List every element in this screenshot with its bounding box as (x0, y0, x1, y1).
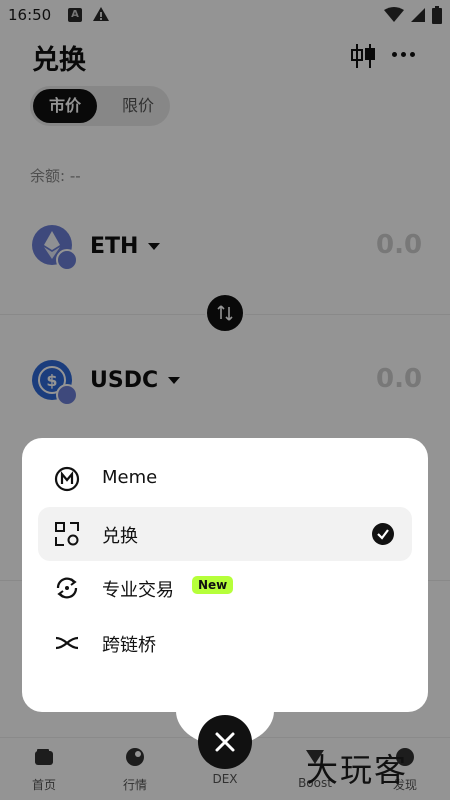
check-icon (372, 523, 394, 545)
menu-item-label: Meme (102, 467, 158, 488)
pro-trade-icon (56, 577, 78, 599)
menu-item-label: 跨链桥 (102, 635, 156, 656)
menu-item-bridge[interactable]: 跨链桥 (38, 616, 412, 670)
watermark-logo: 大玩客 (306, 751, 409, 789)
swap-grid-icon (55, 522, 79, 546)
menu-item-label: 兑换 (102, 526, 138, 547)
close-icon (215, 732, 235, 752)
trade-mode-menu: Meme 兑换 专业交易 New 跨链桥 (22, 438, 428, 712)
close-menu-button[interactable] (198, 715, 252, 769)
menu-item-label: 专业交易 (102, 580, 174, 601)
new-badge: New (192, 576, 234, 594)
menu-item-meme[interactable]: Meme (38, 452, 412, 506)
menu-item-swap[interactable]: 兑换 (38, 507, 412, 561)
menu-item-pro-trade[interactable]: 专业交易 New (38, 561, 412, 615)
bridge-icon (55, 636, 79, 650)
meme-icon (54, 466, 80, 492)
